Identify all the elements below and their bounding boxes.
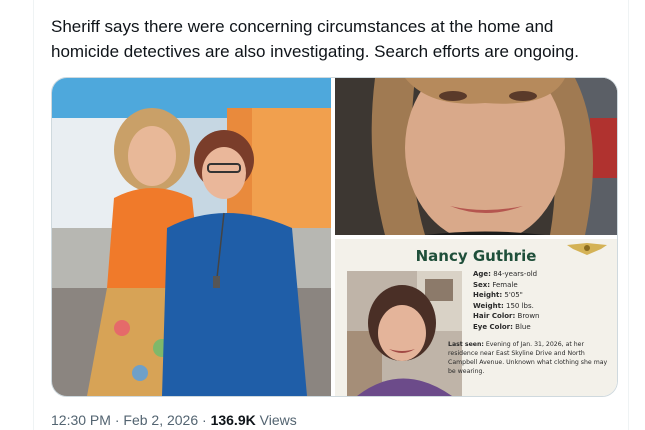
missing-person-poster[interactable]: Nancy Guthrie Age: 84-years-old Sex: Fem…	[335, 239, 617, 396]
poster-hair: Hair Color: Brown	[473, 312, 540, 320]
meta-separator: ·	[114, 412, 120, 428]
views-label: Views	[259, 412, 297, 428]
closeup-portrait-illustration	[335, 78, 617, 235]
poster-eye: Eye Color: Blue	[473, 322, 531, 331]
poster-sex: Sex: Female	[473, 280, 518, 289]
studio-photo-illustration	[52, 78, 331, 396]
poster-weight: Weight: 150 lbs.	[473, 301, 534, 310]
views-count: 136.9K	[210, 412, 256, 428]
poster-photo	[347, 271, 462, 396]
media-grid: Nancy Guthrie Age: 84-years-old Sex: Fem…	[51, 77, 618, 397]
photo-top-right[interactable]	[335, 78, 617, 235]
poster-name: Nancy Guthrie	[415, 247, 537, 265]
poster-height: Height: 5'05"	[473, 291, 523, 299]
photo-left[interactable]	[52, 78, 331, 396]
tweet-time[interactable]: 12:30 PM	[51, 412, 111, 428]
tweet-meta: 12:30 PM · Feb 2, 2026 · 136.9K Views	[51, 412, 297, 428]
tweet-text: Sheriff says there were concerning circu…	[51, 17, 579, 61]
poster-details: Age: 84-years-old Sex: Female Height: 5'…	[473, 269, 613, 332]
card-border-left	[33, 0, 34, 430]
poster-portrait-illustration	[347, 271, 462, 396]
card-border-right	[628, 0, 629, 430]
poster-last-seen: Last seen: Evening of Jan. 31, 2026, at …	[448, 341, 608, 375]
meta-separator: ·	[202, 412, 207, 428]
tweet-date[interactable]: Feb 2, 2026	[123, 412, 198, 428]
poster-age: Age: 84-years-old	[473, 270, 538, 278]
